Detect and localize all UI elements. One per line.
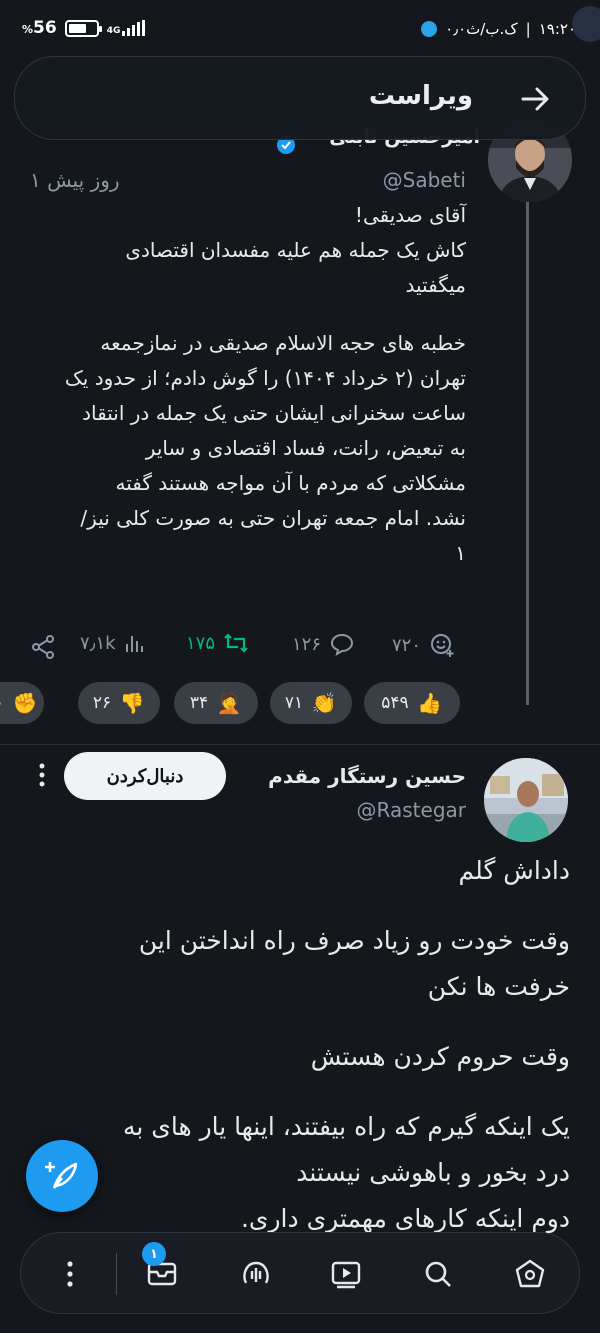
reaction-chip[interactable]: ۱۰ ✊ bbox=[0, 682, 44, 724]
author-handle[interactable]: @Sabeti bbox=[383, 168, 466, 192]
more-icon[interactable] bbox=[51, 1255, 89, 1293]
facepalm-emoji-icon: 🤦 bbox=[216, 691, 242, 715]
video-icon[interactable] bbox=[327, 1255, 365, 1293]
reaction-chip[interactable]: ۲۶ 👎 bbox=[78, 682, 160, 724]
add-reaction-icon bbox=[431, 634, 454, 657]
battery-percent: %56 bbox=[22, 18, 57, 38]
tweet-text-paragraph-2: خطبه های حجه الاسلام صدیقی در نمازجمعه ت… bbox=[64, 331, 466, 565]
clapping-emoji-icon: 👏 bbox=[311, 691, 337, 715]
bottom-navigation bbox=[20, 1232, 580, 1314]
battery-icon bbox=[64, 19, 102, 37]
home-icon[interactable] bbox=[511, 1255, 549, 1293]
reaction-chips: ۱۰ ✊ ۲۶ 👎 ۳۴ 🤦 ۷۱ 👏 ۵۴۹ 👍 bbox=[0, 682, 600, 726]
divider bbox=[0, 744, 600, 745]
signal-icon: 4G bbox=[107, 20, 146, 36]
nav-separator bbox=[116, 1253, 117, 1295]
reply-line: وقت حروم کردن هستش bbox=[310, 1042, 570, 1071]
status-bar-right: ۰٫۰ک.ب/ث | ۱۹:۲۰ bbox=[421, 20, 576, 38]
telegram-notification-icon bbox=[421, 21, 438, 37]
thumbs-up-emoji-icon: 👍 bbox=[417, 691, 443, 715]
camera-cutout bbox=[572, 6, 600, 42]
avatar[interactable] bbox=[484, 758, 568, 842]
author-name[interactable]: حسین رستگار مقدم bbox=[268, 764, 466, 788]
top-header: ویراست bbox=[14, 56, 586, 140]
more-vertical-icon[interactable] bbox=[30, 760, 54, 790]
reply-line: خرفت ها نکن bbox=[427, 972, 570, 1001]
voice-icon[interactable] bbox=[237, 1255, 275, 1293]
reply-line: داداش گلم bbox=[458, 856, 570, 885]
share-icon[interactable] bbox=[30, 634, 56, 660]
timestamp: ۱ روز پیش bbox=[30, 168, 120, 192]
thread-connector-line bbox=[526, 200, 529, 705]
follow-button[interactable]: دنبال‌کردن bbox=[64, 752, 226, 800]
fist-emoji-icon: ✊ bbox=[12, 691, 38, 715]
views-count[interactable]: ۷٫۱k bbox=[80, 632, 146, 654]
reaction-chip[interactable]: ۷۱ 👏 bbox=[270, 682, 352, 724]
reply-line: یک اینکه گیرم که راه بیفتند، اینها یار ه… bbox=[122, 1112, 570, 1141]
reactions-button[interactable]: ۷۲۰ bbox=[392, 632, 455, 658]
arrow-right-icon[interactable] bbox=[515, 79, 555, 119]
reaction-chip[interactable]: ۵۴۹ 👍 bbox=[364, 682, 460, 724]
compose-feather-icon bbox=[45, 1162, 78, 1189]
reply-button[interactable]: ۱۲۶ bbox=[292, 632, 355, 656]
retweet-button[interactable]: ۱۷۵ bbox=[186, 632, 249, 654]
thumbs-down-emoji-icon: 👎 bbox=[119, 691, 145, 715]
reply-bubble-icon bbox=[331, 633, 354, 656]
reaction-chip[interactable]: ۳۴ 🤦 bbox=[174, 682, 258, 724]
author-handle[interactable]: @Rastegar bbox=[357, 798, 466, 822]
mail-notification-badge: ۱ bbox=[142, 1242, 166, 1266]
page-title: ویراست bbox=[368, 81, 473, 111]
compose-button[interactable] bbox=[26, 1140, 98, 1212]
views-chart-icon bbox=[125, 636, 143, 652]
clock: ۱۹:۲۰ bbox=[538, 20, 576, 38]
reply-line: وقت خودت رو زیاد صرف راه انداختن این bbox=[138, 926, 570, 955]
status-bar-left: %56 4G bbox=[22, 18, 146, 38]
data-speed: ۰٫۰ک.ب/ث bbox=[445, 20, 518, 38]
retweet-icon bbox=[224, 633, 248, 653]
search-icon[interactable] bbox=[419, 1255, 457, 1293]
tweet-text-paragraph-1: آقای صدیقی! کاش یک جمله هم علیه مفسدان ا… bbox=[125, 203, 466, 297]
